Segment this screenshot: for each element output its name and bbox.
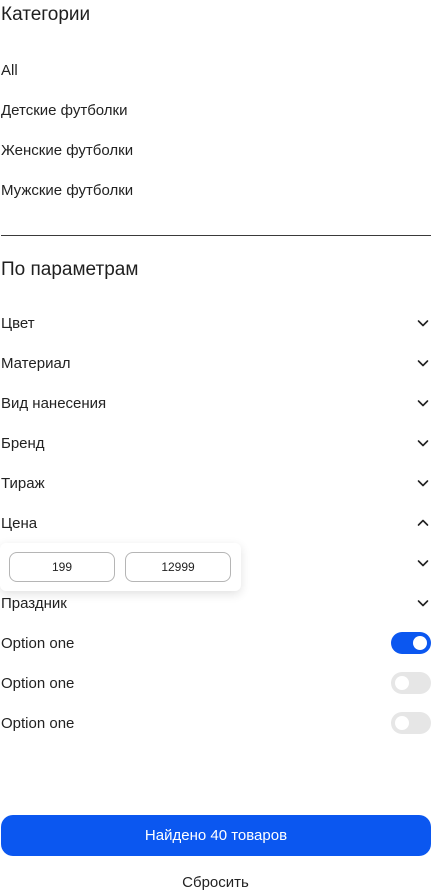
chevron-down-icon xyxy=(417,560,429,567)
reset-filters-link[interactable]: Сбросить xyxy=(0,874,431,891)
price-min-input[interactable] xyxy=(9,552,115,582)
option-label: Option one xyxy=(1,634,75,652)
chevron-down-icon xyxy=(417,440,429,447)
category-all[interactable]: All xyxy=(1,62,18,79)
option-label: Option one xyxy=(1,674,75,692)
filter-label: Цена xyxy=(1,514,38,532)
params-title: По параметрам xyxy=(1,259,139,280)
filter-brand[interactable]: Бренд xyxy=(1,431,431,455)
option-row: Option one xyxy=(1,671,431,695)
option-row: Option one xyxy=(1,711,431,735)
filter-price[interactable]: Цена xyxy=(1,511,431,535)
category-kids-tshirts[interactable]: Детские футболки xyxy=(1,102,128,119)
option-toggle[interactable] xyxy=(391,672,431,694)
categories-title: Категории xyxy=(1,4,91,25)
category-mens-tshirts[interactable]: Мужские футболки xyxy=(1,182,133,199)
toggle-knob xyxy=(395,716,409,730)
option-row: Option one xyxy=(1,631,431,655)
filter-label: Тираж xyxy=(1,474,45,492)
chevron-down-icon xyxy=(417,400,429,407)
filter-circulation[interactable]: Тираж xyxy=(1,471,431,495)
filter-label: Материал xyxy=(1,354,71,372)
filter-label: Праздник xyxy=(1,594,67,612)
toggle-knob xyxy=(395,676,409,690)
filter-color[interactable]: Цвет xyxy=(1,311,431,335)
chevron-down-icon xyxy=(417,480,429,487)
price-range-panel xyxy=(0,543,241,591)
option-toggle[interactable] xyxy=(391,632,431,654)
price-max-input[interactable] xyxy=(125,552,231,582)
chevron-up-icon xyxy=(417,519,429,526)
filter-holiday[interactable]: Праздник xyxy=(1,591,431,615)
toggle-knob xyxy=(413,636,427,650)
category-womens-tshirts[interactable]: Женские футболки xyxy=(1,142,133,159)
show-results-button[interactable]: Найдено 40 товаров xyxy=(1,815,431,856)
filter-label: Бренд xyxy=(1,434,45,452)
option-toggle[interactable] xyxy=(391,712,431,734)
option-label: Option one xyxy=(1,714,75,732)
chevron-down-icon xyxy=(417,320,429,327)
filter-print-type[interactable]: Вид нанесения xyxy=(1,391,431,415)
section-divider xyxy=(1,235,431,236)
chevron-down-icon xyxy=(417,600,429,607)
chevron-down-icon xyxy=(417,360,429,367)
filter-material[interactable]: Материал xyxy=(1,351,431,375)
filter-label: Цвет xyxy=(1,314,35,332)
filter-label: Вид нанесения xyxy=(1,394,107,412)
